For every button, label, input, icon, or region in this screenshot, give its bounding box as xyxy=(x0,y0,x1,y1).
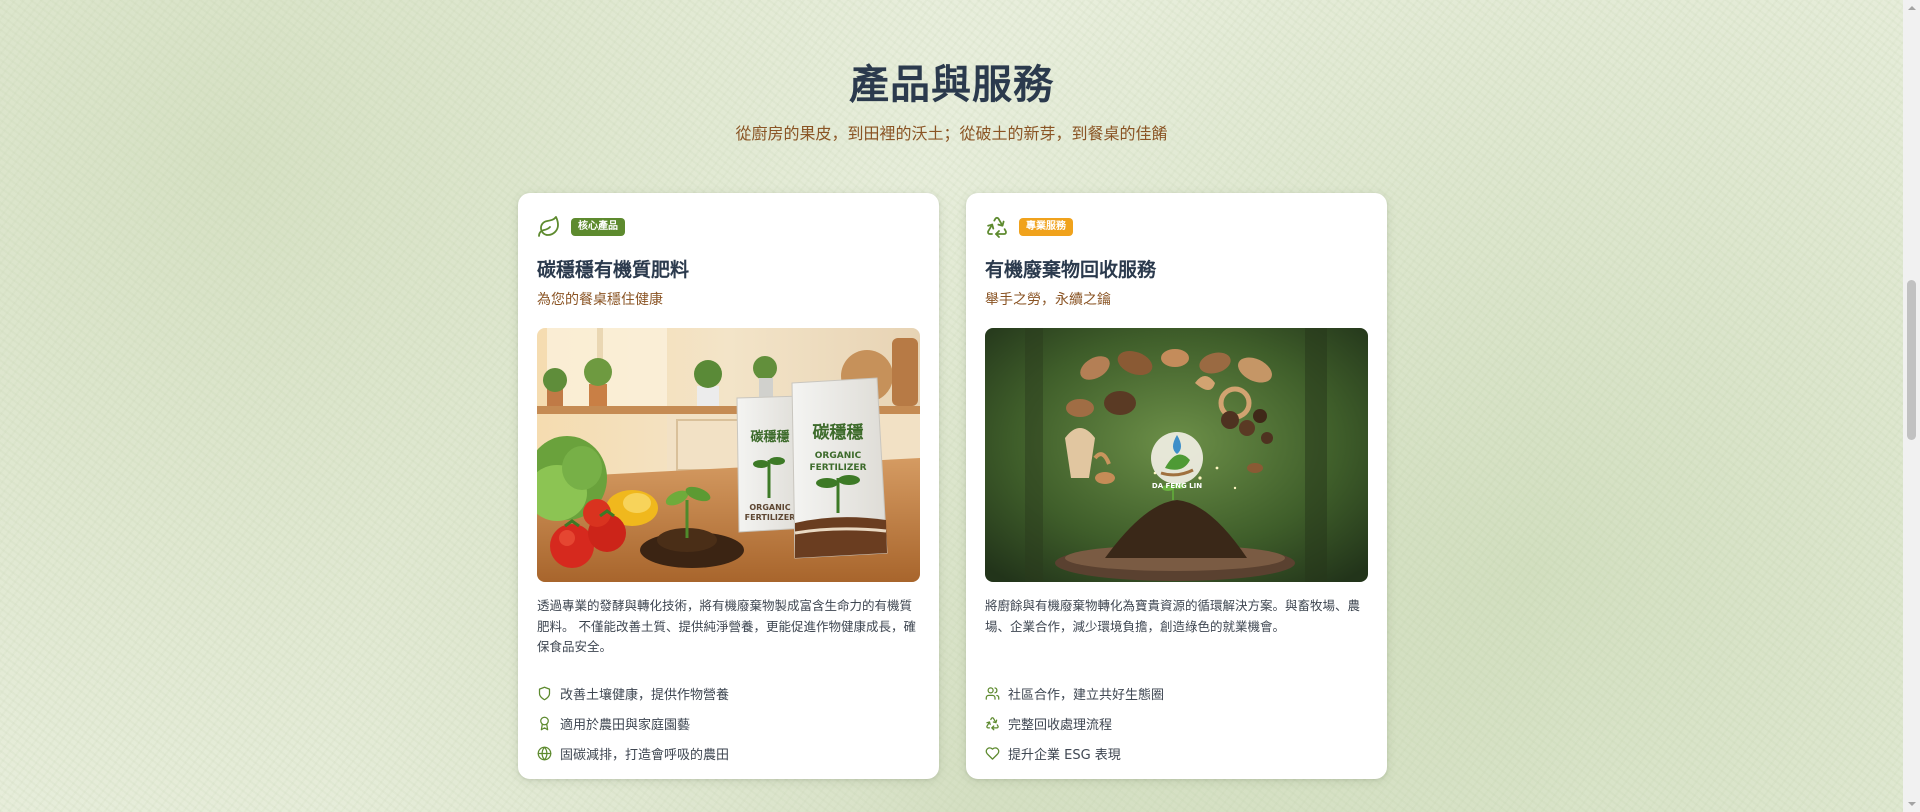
leaf-icon xyxy=(537,215,561,239)
feature-text: 完整回收處理流程 xyxy=(1008,717,1113,733)
bag-label-front-2: FERTILIZER xyxy=(810,463,867,473)
section-title: 產品與服務 xyxy=(849,62,1054,108)
recycling-service-image: DA FENG LIN xyxy=(985,328,1368,582)
card-description: 將廚餘與有機廢棄物轉化為寶貴資源的循環解決方案。與畜牧場、農場、企業合作，減少環… xyxy=(985,598,1361,634)
globe-icon xyxy=(537,746,552,760)
recycle-icon xyxy=(986,716,999,730)
service-card-recycling[interactable]: 專業服務 有機廢棄物回收服務 舉手之勞，永續之鑰 DA FENG LIN 將廚餘… xyxy=(966,193,1387,779)
feature-item: 提升企業 ESG 表現 xyxy=(985,738,1164,768)
card-header: 核心產品 xyxy=(537,215,625,239)
bag-brand-back: 碳穩穩 xyxy=(750,429,789,445)
badge-core-product: 核心產品 xyxy=(571,218,625,236)
award-icon xyxy=(540,716,549,730)
card-tagline: 為您的餐桌穩住健康 xyxy=(537,292,663,308)
feature-text: 社區合作，建立共好生態圈 xyxy=(1008,687,1165,703)
feature-item: 完整回收處理流程 xyxy=(985,708,1164,738)
feature-item: 適用於農田與家庭園藝 xyxy=(537,708,729,738)
heart-icon xyxy=(985,746,1000,760)
vertical-scrollbar[interactable] xyxy=(1903,0,1920,812)
bag-label-back-1: ORGANIC xyxy=(749,503,790,512)
feature-list: 改善土壤健康，提供作物營養 適用於農田與家庭園藝 固碳減排，打造會呼吸的農田 xyxy=(537,678,729,768)
users-icon xyxy=(985,686,1000,700)
feature-text: 改善土壤健康，提供作物營養 xyxy=(560,687,730,703)
recycle-icon xyxy=(985,215,1009,239)
section-subtitle: 從廚房的果皮，到田裡的沃土；從破土的新芽，到餐桌的佳餚 xyxy=(735,124,1168,143)
feature-text: 固碳減排，打造會呼吸的農田 xyxy=(560,747,730,763)
scroll-up-arrow[interactable] xyxy=(1903,0,1920,17)
card-description: 透過專業的發酵與轉化技術，將有機廢棄物製成富含生命力的有機質肥料。 不僅能改善土… xyxy=(537,598,916,654)
feature-text: 適用於農田與家庭園藝 xyxy=(560,717,691,733)
scroll-down-arrow[interactable] xyxy=(1903,795,1920,812)
feature-item: 改善土壤健康，提供作物營養 xyxy=(537,678,729,708)
feature-item: 固碳減排，打造會呼吸的農田 xyxy=(537,738,729,768)
feature-text: 提升企業 ESG 表現 xyxy=(1008,747,1121,763)
card-header: 專業服務 xyxy=(985,215,1073,239)
card-title: 有機廢棄物回收服務 xyxy=(985,259,1157,281)
shield-icon xyxy=(538,686,551,700)
bag-label-back-2: FERTILIZER xyxy=(745,513,796,522)
badge-professional-service: 專業服務 xyxy=(1019,218,1073,236)
card-title: 碳穩穩有機質肥料 xyxy=(537,259,690,281)
bag-brand-front: 碳穩穩 xyxy=(813,422,864,443)
logo-text: DA FENG LIN xyxy=(1152,482,1202,490)
bag-label-front-1: ORGANIC xyxy=(815,451,862,461)
fertilizer-product-image: 碳穩穩 ORGANIC FERTILIZER 碳穩穩 ORGANIC FERTI… xyxy=(537,328,920,582)
scroll-thumb[interactable] xyxy=(1907,280,1916,440)
feature-list: 社區合作，建立共好生態圈 完整回收處理流程 提升企業 ESG 表現 xyxy=(985,678,1164,768)
products-services-section: 產品與服務 從廚房的果皮，到田裡的沃土；從破土的新芽，到餐桌的佳餚 核心產品 碳… xyxy=(0,0,1903,812)
product-card-fertilizer[interactable]: 核心產品 碳穩穩有機質肥料 為您的餐桌穩住健康 碳穩穩 ORGANIC FERT… xyxy=(518,193,939,779)
card-tagline: 舉手之勞，永續之鑰 xyxy=(985,292,1111,308)
feature-item: 社區合作，建立共好生態圈 xyxy=(985,678,1164,708)
